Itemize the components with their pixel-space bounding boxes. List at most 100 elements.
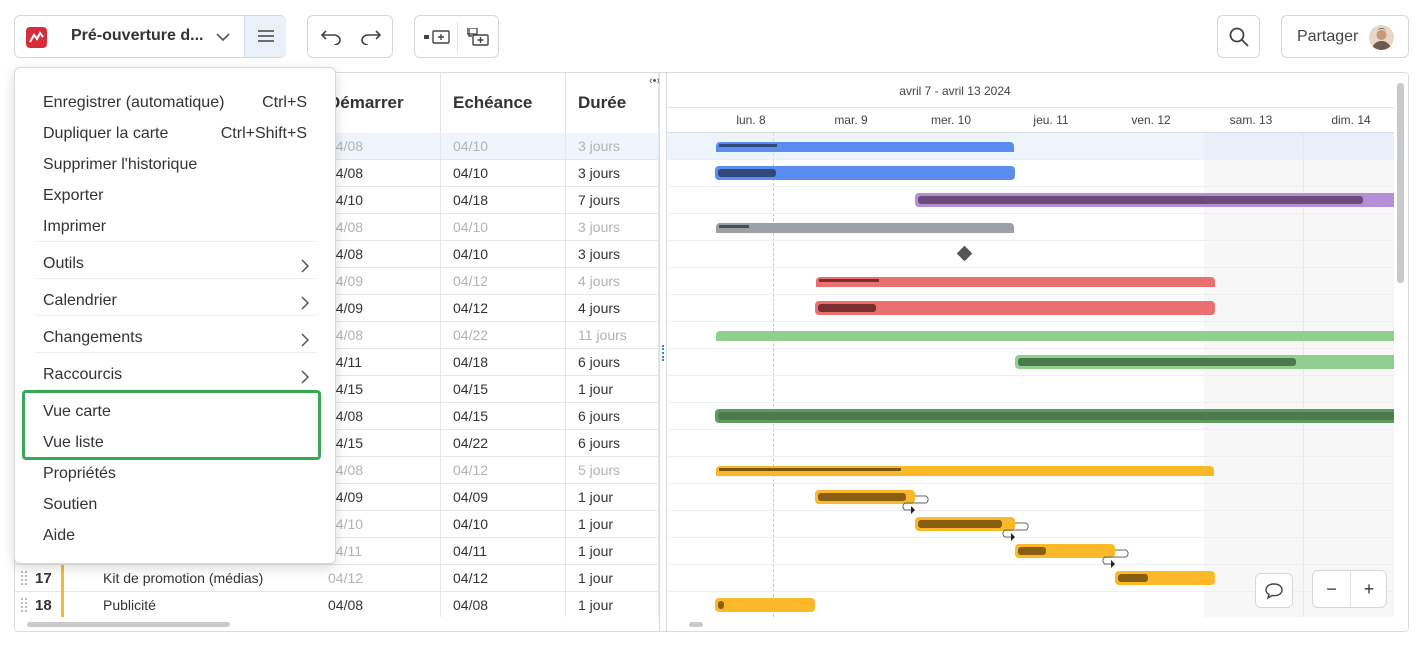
day-label: jeu. 11 [1033, 113, 1069, 127]
cell-due[interactable]: 04/11 [441, 538, 566, 565]
task-bar[interactable] [1015, 355, 1394, 369]
cell-due[interactable]: 04/15 [441, 376, 566, 403]
vertical-scroll-thumb[interactable] [1397, 83, 1404, 283]
menu-item-label: Changements [43, 329, 143, 346]
cell-duration[interactable]: 5 jours [566, 457, 659, 484]
cell-duration[interactable]: 6 jours [566, 430, 659, 457]
task-bar[interactable] [715, 409, 1394, 423]
menu-item[interactable]: Supprimer l'historique [15, 151, 335, 182]
menu-item[interactable]: Changements [15, 324, 335, 355]
menu-item[interactable]: Propriétés [15, 460, 335, 491]
menu-item-label: Dupliquer la carte [43, 125, 169, 142]
table-row[interactable]: 18 Publicité 04/08 04/08 1 jour [15, 592, 659, 619]
cell-due[interactable]: 04/15 [441, 403, 566, 430]
cell-start[interactable]: 04/08 [316, 592, 441, 619]
vertical-scrollbar[interactable] [1394, 73, 1408, 617]
add-sibling-icon[interactable] [420, 22, 454, 52]
cell-duration[interactable]: 3 jours [566, 214, 659, 241]
cell-due[interactable]: 04/10 [441, 133, 566, 160]
map-title-dropdown[interactable]: Pré-ouverture d... [14, 15, 286, 58]
menu-button[interactable] [244, 16, 286, 57]
task-bar[interactable] [815, 301, 1215, 315]
grid-horizontal-scroll-thumb[interactable] [27, 622, 230, 627]
cell-due[interactable]: 04/18 [441, 187, 566, 214]
cell-due[interactable]: 04/10 [441, 160, 566, 187]
avatar [1369, 25, 1394, 50]
cell-duration[interactable]: 4 jours [566, 268, 659, 295]
cell-duration[interactable]: 6 jours [566, 349, 659, 376]
cell-duration[interactable]: 3 jours [566, 241, 659, 268]
menu-item[interactable]: Calendrier [15, 287, 335, 318]
main-menu: Enregistrer (automatique) Ctrl+S Dupliquer… [14, 67, 336, 564]
summary-bar[interactable] [716, 331, 1394, 341]
undo-button[interactable] [314, 22, 348, 52]
cell-due[interactable]: 04/22 [441, 430, 566, 457]
cell-duration[interactable]: 3 jours [566, 133, 659, 160]
task-bar[interactable] [815, 490, 915, 504]
cell-duration[interactable]: 3 jours [566, 160, 659, 187]
cell-duration[interactable]: 1 jour [566, 376, 659, 403]
summary-bar[interactable] [716, 466, 1214, 476]
cell-duration[interactable]: 1 jour [566, 565, 659, 592]
summary-bar[interactable] [816, 277, 1215, 287]
cell-duration[interactable]: 1 jour [566, 511, 659, 538]
cell-due[interactable]: 04/22 [441, 322, 566, 349]
cell-due[interactable]: 04/08 [441, 592, 566, 619]
cell-due[interactable]: 04/09 [441, 484, 566, 511]
menu-item[interactable]: Aide [15, 522, 335, 553]
drag-handle-icon[interactable] [21, 598, 27, 612]
menu-item[interactable]: Raccourcis [15, 361, 335, 392]
redo-button[interactable] [354, 22, 388, 52]
task-name[interactable]: Publicité [103, 592, 156, 619]
menu-item[interactable]: Imprimer [15, 213, 335, 244]
cell-due[interactable]: 04/18 [441, 349, 566, 376]
cell-due[interactable]: 04/12 [441, 565, 566, 592]
cell-duration[interactable]: 1 jour [566, 484, 659, 511]
cell-duration[interactable]: 1 jour [566, 538, 659, 565]
divider [457, 22, 458, 52]
drag-handle-icon[interactable] [21, 571, 27, 585]
summary-bar[interactable] [716, 223, 1014, 233]
col-header-due[interactable]: Echéance [441, 73, 566, 133]
search-button[interactable] [1217, 15, 1260, 58]
task-bar[interactable] [715, 166, 1015, 180]
zoom-in-button[interactable]: + [1351, 571, 1387, 607]
cell-due[interactable]: 04/10 [441, 241, 566, 268]
day-label: dim. 14 [1331, 113, 1371, 127]
progress-fill [818, 304, 876, 312]
cell-duration[interactable]: 4 jours [566, 295, 659, 322]
chevron-right-icon [301, 333, 310, 352]
task-bar[interactable] [915, 193, 1394, 207]
menu-item[interactable]: Soutien [15, 491, 335, 522]
grid-horizontal-scrollbar[interactable] [15, 617, 659, 631]
comment-button[interactable] [1255, 573, 1293, 608]
cell-duration[interactable]: 1 jour [566, 592, 659, 619]
task-bar[interactable] [715, 598, 815, 612]
cell-start[interactable]: 04/12 [316, 565, 441, 592]
zoom-out-button[interactable]: − [1313, 571, 1350, 607]
menu-item[interactable]: Outils [15, 250, 335, 281]
menu-item[interactable]: Enregistrer (automatique) Ctrl+S [15, 89, 335, 120]
timeline-horizontal-scrollbar[interactable] [667, 617, 1408, 631]
col-header-duration[interactable]: Durée [566, 73, 659, 133]
add-child-icon[interactable] [461, 22, 495, 52]
progress-fill [719, 225, 749, 228]
menu-item[interactable]: Dupliquer la carte Ctrl+Shift+S [15, 120, 335, 151]
cell-duration[interactable]: 11 jours [566, 322, 659, 349]
cell-due[interactable]: 04/12 [441, 295, 566, 322]
cell-due[interactable]: 04/10 [441, 214, 566, 241]
splitter[interactable] [659, 73, 667, 631]
table-row[interactable]: 17 Kit de promotion (médias) 04/12 04/12 1 j… [15, 565, 659, 592]
cell-due[interactable]: 04/12 [441, 268, 566, 295]
cell-due[interactable]: 04/12 [441, 457, 566, 484]
timeline-horizontal-scroll-thumb[interactable] [689, 622, 703, 627]
cell-due[interactable]: 04/10 [441, 511, 566, 538]
menu-item[interactable]: Exporter [15, 182, 335, 213]
cell-duration[interactable]: 7 jours [566, 187, 659, 214]
share-button[interactable]: Partager [1281, 15, 1409, 58]
task-name[interactable]: Kit de promotion (médias) [103, 565, 263, 592]
progress-fill [1018, 358, 1296, 366]
summary-bar[interactable] [716, 142, 1014, 152]
timeline-row [667, 430, 1394, 457]
cell-duration[interactable]: 6 jours [566, 403, 659, 430]
